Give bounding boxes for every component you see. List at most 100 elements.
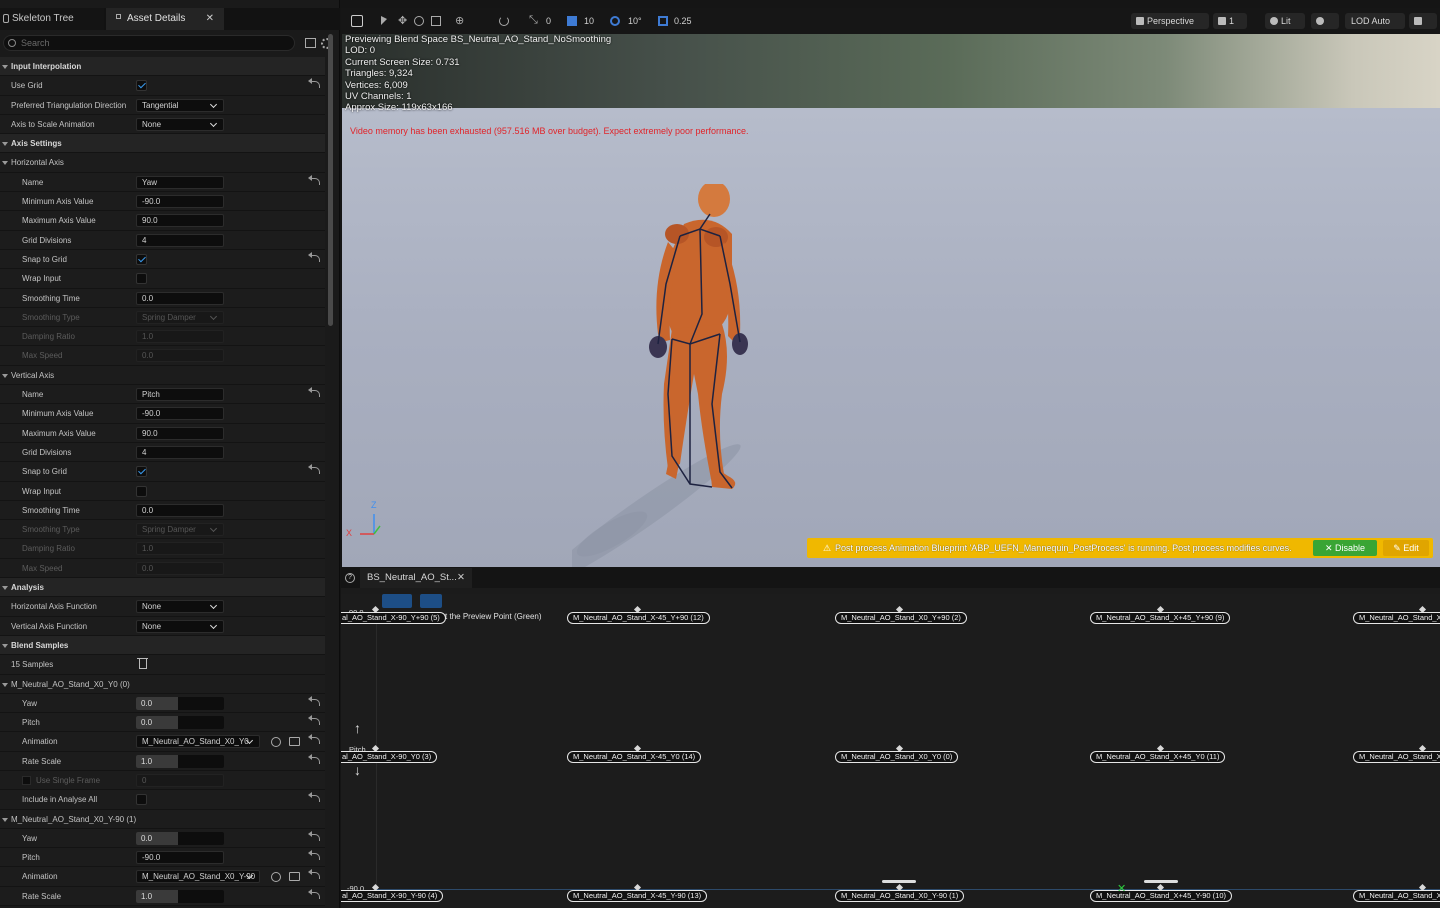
expand-arrow-icon[interactable] [2,682,8,687]
scale-snap-icon[interactable] [658,16,668,26]
edit-button[interactable]: ✎ Edit [1383,540,1429,556]
rotation-snap-icon[interactable] [610,16,620,26]
grid-snap-icon[interactable] [567,16,577,26]
reset-to-default-icon[interactable] [308,174,320,185]
reset-to-default-icon[interactable] [308,888,320,899]
slider-field[interactable]: 0.0 [136,831,224,845]
value-field[interactable]: Yaw [136,175,224,189]
surface-snap-icon[interactable] [499,16,509,26]
browse-folder-icon[interactable] [289,737,300,747]
preview-point-button[interactable] [420,594,442,608]
vertex-snap-value[interactable]: 0 [546,8,551,34]
reset-to-default-icon[interactable] [308,869,320,880]
value-field[interactable]: 0.0 [136,291,224,305]
checkbox[interactable] [22,775,31,785]
slider-field[interactable]: 1.0 [136,889,224,903]
reset-to-default-icon[interactable] [308,830,320,841]
reset-to-default-icon[interactable] [308,753,320,764]
reset-to-default-icon[interactable] [308,695,320,706]
dropdown[interactable]: Spring Damper [136,523,224,537]
grid-snap-value[interactable]: 10 [584,8,594,34]
rotate-icon[interactable] [414,16,424,26]
camera-speed-button[interactable]: 1 [1213,13,1247,29]
value-field[interactable]: -90.0 [136,851,224,865]
timeline-handle-2[interactable] [1144,880,1178,883]
tab-skeleton-tree[interactable]: Skeleton Tree [0,8,104,30]
checkbox[interactable] [136,466,147,478]
search-box[interactable] [3,35,295,51]
select-mode-icon[interactable] [351,15,363,27]
sample-label[interactable]: M_Neutral_AO_Stand_X+45_Y0 (11) [1090,751,1226,763]
expand-arrow-icon[interactable] [2,373,8,378]
sample-label[interactable]: al_AO_Stand_X-90_Y0 (3) [341,751,438,763]
value-field[interactable]: -90.0 [136,407,224,421]
value-field[interactable]: -90.0 [136,195,224,209]
scale-icon[interactable] [431,16,441,26]
rotation-snap-value[interactable]: 10° [628,8,642,34]
animation-picker[interactable]: M_Neutral_AO_Stand_X0_Y0 [136,735,260,749]
expand-arrow-icon[interactable] [2,817,8,822]
value-field[interactable]: 0.0 [136,561,224,575]
reset-to-default-icon[interactable] [308,387,320,398]
value-field[interactable]: 1.0 [136,330,224,344]
slider-field[interactable]: 0.0 [136,716,224,730]
expand-arrow-icon[interactable] [2,161,8,166]
preview-point-marker[interactable]: ✕ [1117,882,1126,895]
checkbox[interactable] [136,485,147,497]
checkbox[interactable] [136,273,147,285]
disable-button[interactable]: ✕ Disable [1313,540,1377,556]
lod-button[interactable]: LOD Auto [1345,13,1405,29]
checkbox[interactable] [136,80,147,92]
close-tab-icon[interactable]: ✕ [206,8,214,30]
sample-label[interactable]: M_Neutral_AO_Stand_X-45_Y-90 (13) [567,890,708,902]
reset-to-default-icon[interactable] [308,850,320,861]
sample-label[interactable]: al_AO_Stand_X-90_Y+90 (5) [341,612,446,624]
blendspace-grid[interactable]: Hold Control to set the Preview Point (G… [341,594,1440,908]
scrollbar[interactable] [328,34,333,326]
value-field[interactable]: 0 [136,773,224,787]
preview-viewport[interactable]: Previewing Blend Space BS_Neutral_AO_Sta… [342,34,1440,567]
value-field[interactable]: 0.0 [136,349,224,363]
tab-asset-details[interactable]: Asset Details ✕ [106,8,224,30]
sample-label[interactable]: M_Neutral_AO_Stand_X-45_Y+90 (12) [567,612,710,624]
toggle-labels-button[interactable] [382,594,412,608]
expand-arrow-icon[interactable] [2,142,8,147]
expand-arrow-icon[interactable] [2,643,8,648]
slider-field[interactable]: 1.0 [136,754,224,768]
value-field[interactable]: Pitch [136,388,224,402]
value-field[interactable]: 0.0 [136,503,224,517]
table-view-icon[interactable] [305,38,316,48]
dropdown[interactable]: Spring Damper [136,310,224,324]
search-input[interactable] [21,37,281,49]
vertex-snap-icon[interactable]: ⤡ [529,14,539,26]
tab-blendspace[interactable]: BS_Neutral_AO_St... ✕ [360,568,472,588]
sample-label[interactable]: M_Neutral_AO_Stand_X+ [1353,890,1440,902]
slider-field[interactable]: 0.0 [136,696,224,710]
dropdown[interactable]: None [136,117,224,131]
value-field[interactable]: 90.0 [136,426,224,440]
value-field[interactable]: 1.0 [136,542,224,556]
sample-label[interactable]: al_AO_Stand_X-90_Y-90 (4) [341,890,444,902]
reset-to-default-icon[interactable] [308,734,320,745]
expand-arrow-icon[interactable] [2,586,8,591]
sample-label[interactable]: M_Neutral_AO_Stand_X+45_Y+90 (9) [1090,612,1231,624]
move-icon[interactable]: ✥ [398,14,408,27]
scale-snap-value[interactable]: 0.25 [674,8,692,34]
reset-to-default-icon[interactable] [308,78,320,89]
sample-label[interactable]: M_Neutral_AO_Stand_X [1353,751,1440,763]
use-selected-icon[interactable] [271,737,281,748]
reset-to-default-icon[interactable] [308,251,320,262]
value-field[interactable]: 4 [136,233,224,247]
world-local-icon[interactable]: ⊕ [455,14,465,27]
expand-arrow-icon[interactable] [2,65,8,69]
dropdown[interactable]: Tangential [136,98,224,112]
select-icon[interactable] [381,16,387,25]
checkbox[interactable] [136,253,147,265]
perspective-button[interactable]: Perspective [1131,13,1209,29]
reset-to-default-icon[interactable] [308,464,320,475]
reset-to-default-icon[interactable] [308,792,320,803]
reset-to-default-icon[interactable] [308,715,320,726]
browse-folder-icon[interactable] [289,872,300,882]
sample-label[interactable]: M_Neutral_AO_Stand_X-45_Y0 (14) [567,751,702,763]
use-selected-icon[interactable] [271,872,281,883]
